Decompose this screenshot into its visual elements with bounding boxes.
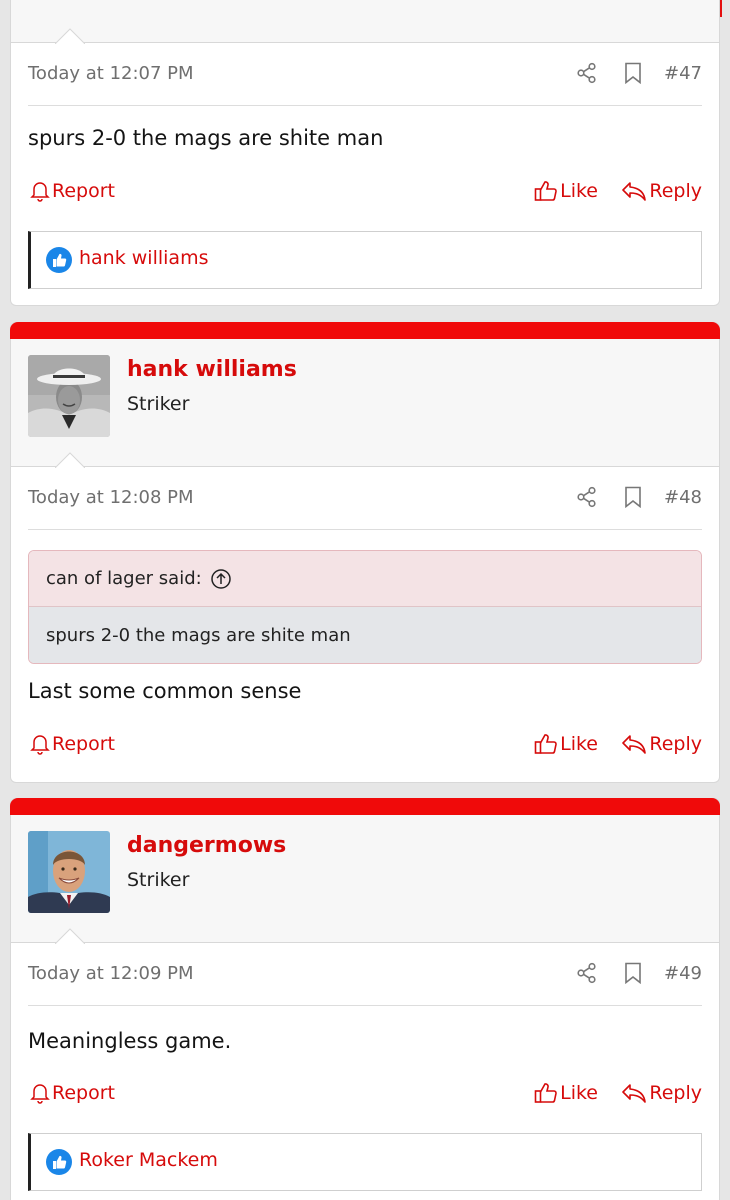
message-pointer — [55, 928, 85, 944]
post-meta: Today at 12:07 PM #47 — [28, 44, 702, 106]
post-actions: Report Like Reply — [28, 1082, 702, 1112]
reply-label: Reply — [649, 180, 702, 202]
user-panel: hank williams Striker — [11, 339, 719, 467]
bell-icon — [30, 735, 50, 755]
message-pointer — [55, 28, 85, 44]
thumbs-up-icon — [534, 1083, 557, 1103]
arrow-up-circle-icon[interactable] — [210, 568, 232, 590]
share-icon[interactable] — [576, 962, 598, 988]
post-meta: Today at 12:08 PM #48 — [28, 468, 702, 530]
liked-by-user[interactable]: hank williams — [79, 247, 208, 269]
like-button[interactable]: Like — [534, 1082, 598, 1104]
liked-by-user[interactable]: Roker Mackem — [79, 1149, 218, 1171]
post-timestamp[interactable]: Today at 12:08 PM — [28, 487, 194, 508]
post-message: Last some common sense — [28, 679, 302, 703]
thread-page: Today at 12:07 PM #47 spurs 2-0 the mags… — [0, 0, 730, 1200]
like-button[interactable]: Like — [534, 733, 598, 755]
thumbs-up-icon — [534, 734, 557, 754]
quote-header: can of lager said: — [29, 551, 701, 607]
quote-text: spurs 2-0 the mags are shite man — [29, 607, 701, 663]
share-icon[interactable] — [576, 486, 598, 512]
report-label: Report — [52, 1082, 115, 1104]
reactions-bar: Roker Mackem — [28, 1133, 702, 1191]
reply-arrow-icon — [622, 182, 647, 201]
message-pointer — [55, 452, 85, 468]
reply-button[interactable]: Reply — [621, 1082, 702, 1104]
bookmark-icon[interactable] — [624, 486, 642, 512]
like-reaction-icon — [46, 1149, 72, 1175]
avatar[interactable] — [28, 355, 110, 437]
user-panel: dangermows Striker — [11, 815, 719, 943]
user-title: Striker — [127, 393, 190, 415]
post-number[interactable]: #49 — [664, 963, 702, 984]
user-panel-edge — [11, 0, 719, 43]
post-actions: Report Like Reply — [28, 733, 702, 763]
like-label: Like — [560, 1082, 598, 1104]
like-label: Like — [560, 733, 598, 755]
quote-author[interactable]: can of lager said: — [46, 568, 202, 589]
reply-arrow-icon — [622, 1084, 647, 1103]
bookmark-icon[interactable] — [624, 62, 642, 88]
post-number[interactable]: #48 — [664, 487, 702, 508]
thumbs-up-icon — [534, 181, 557, 201]
bell-icon — [30, 182, 50, 202]
like-button[interactable]: Like — [534, 180, 598, 202]
post-message: Meaningless game. — [28, 1029, 232, 1053]
reply-arrow-icon — [622, 735, 647, 754]
reply-button[interactable]: Reply — [621, 733, 702, 755]
avatar[interactable] — [28, 831, 110, 913]
post-header-bar — [10, 322, 720, 339]
post-47: Today at 12:07 PM #47 spurs 2-0 the mags… — [10, 0, 720, 306]
post-header-bar — [10, 798, 720, 815]
reply-button[interactable]: Reply — [621, 180, 702, 202]
report-label: Report — [52, 733, 115, 755]
report-button[interactable]: Report — [30, 1082, 115, 1104]
like-reaction-icon — [46, 247, 72, 273]
quote-block: can of lager said: spurs 2-0 the mags ar… — [28, 550, 702, 664]
post-49: dangermows Striker Today at 12:09 PM #49… — [10, 798, 720, 1200]
reply-label: Reply — [649, 733, 702, 755]
like-label: Like — [560, 180, 598, 202]
bell-icon — [30, 1084, 50, 1104]
post-timestamp[interactable]: Today at 12:07 PM — [28, 63, 194, 84]
username[interactable]: dangermows — [127, 833, 286, 858]
reply-label: Reply — [649, 1082, 702, 1104]
report-button[interactable]: Report — [30, 180, 115, 202]
post-timestamp[interactable]: Today at 12:09 PM — [28, 963, 194, 984]
user-title: Striker — [127, 869, 190, 891]
bookmark-icon[interactable] — [624, 962, 642, 988]
username[interactable]: hank williams — [127, 357, 297, 382]
post-actions: Report Like Reply — [28, 180, 702, 210]
post-message: spurs 2-0 the mags are shite man — [28, 126, 384, 150]
share-icon[interactable] — [576, 62, 598, 88]
post-number[interactable]: #47 — [664, 63, 702, 84]
report-button[interactable]: Report — [30, 733, 115, 755]
post-48: hank williams Striker Today at 12:08 PM … — [10, 322, 720, 783]
post-meta: Today at 12:09 PM #49 — [28, 944, 702, 1006]
report-label: Report — [52, 180, 115, 202]
reactions-bar: hank williams — [28, 231, 702, 289]
